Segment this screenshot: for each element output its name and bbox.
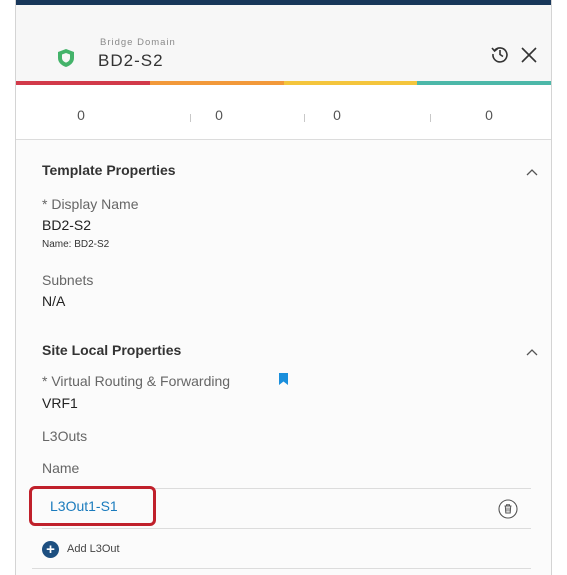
- chevron-up-icon[interactable]: [526, 348, 538, 356]
- chevron-up-icon[interactable]: [526, 168, 538, 176]
- history-icon[interactable]: [490, 44, 510, 64]
- subnets-value: N/A: [42, 293, 66, 309]
- object-name: BD2-S2: [98, 51, 164, 70]
- vrf-label: * Virtual Routing & Forwarding: [42, 373, 231, 389]
- count-divider: [430, 114, 431, 122]
- subnets-label: Subnets: [42, 272, 94, 288]
- l3outs-label: L3Outs: [42, 428, 88, 444]
- count-value: 0: [333, 107, 341, 123]
- display-name-value: BD2-S2: [42, 217, 92, 233]
- highlight-box: [29, 486, 156, 526]
- panel-header: Bridge Domain BD2-S2: [16, 5, 551, 81]
- site-local-properties-title: Site Local Properties: [42, 342, 182, 358]
- table-divider: [42, 528, 531, 529]
- close-icon[interactable]: [521, 47, 537, 63]
- divider: [32, 568, 531, 569]
- count-value: 0: [77, 107, 85, 123]
- add-l3out-label: Add L3Out: [67, 543, 120, 555]
- display-name-label: * Display Name: [42, 196, 139, 212]
- plus-circle-icon: +: [42, 540, 59, 558]
- count-divider: [304, 114, 305, 122]
- template-properties-title: Template Properties: [42, 162, 176, 178]
- fault-counts: 0 0 0 0: [16, 85, 551, 139]
- bookmark-icon: [279, 373, 288, 385]
- count-value: 0: [215, 107, 223, 123]
- count-value: 0: [485, 107, 493, 123]
- name-column-header: Name: [42, 460, 80, 476]
- vrf-value: VRF1: [42, 395, 78, 411]
- object-type-label: Bridge Domain: [100, 37, 176, 48]
- trash-icon[interactable]: [498, 499, 518, 519]
- add-l3out-button[interactable]: + Add L3Out: [42, 540, 120, 558]
- shield-icon: [58, 49, 74, 67]
- name-note: Name: BD2-S2: [42, 239, 110, 250]
- count-divider: [190, 114, 191, 122]
- bridge-domain-panel: Bridge Domain BD2-S2 0 0 0 0 Template Pr…: [15, 0, 552, 575]
